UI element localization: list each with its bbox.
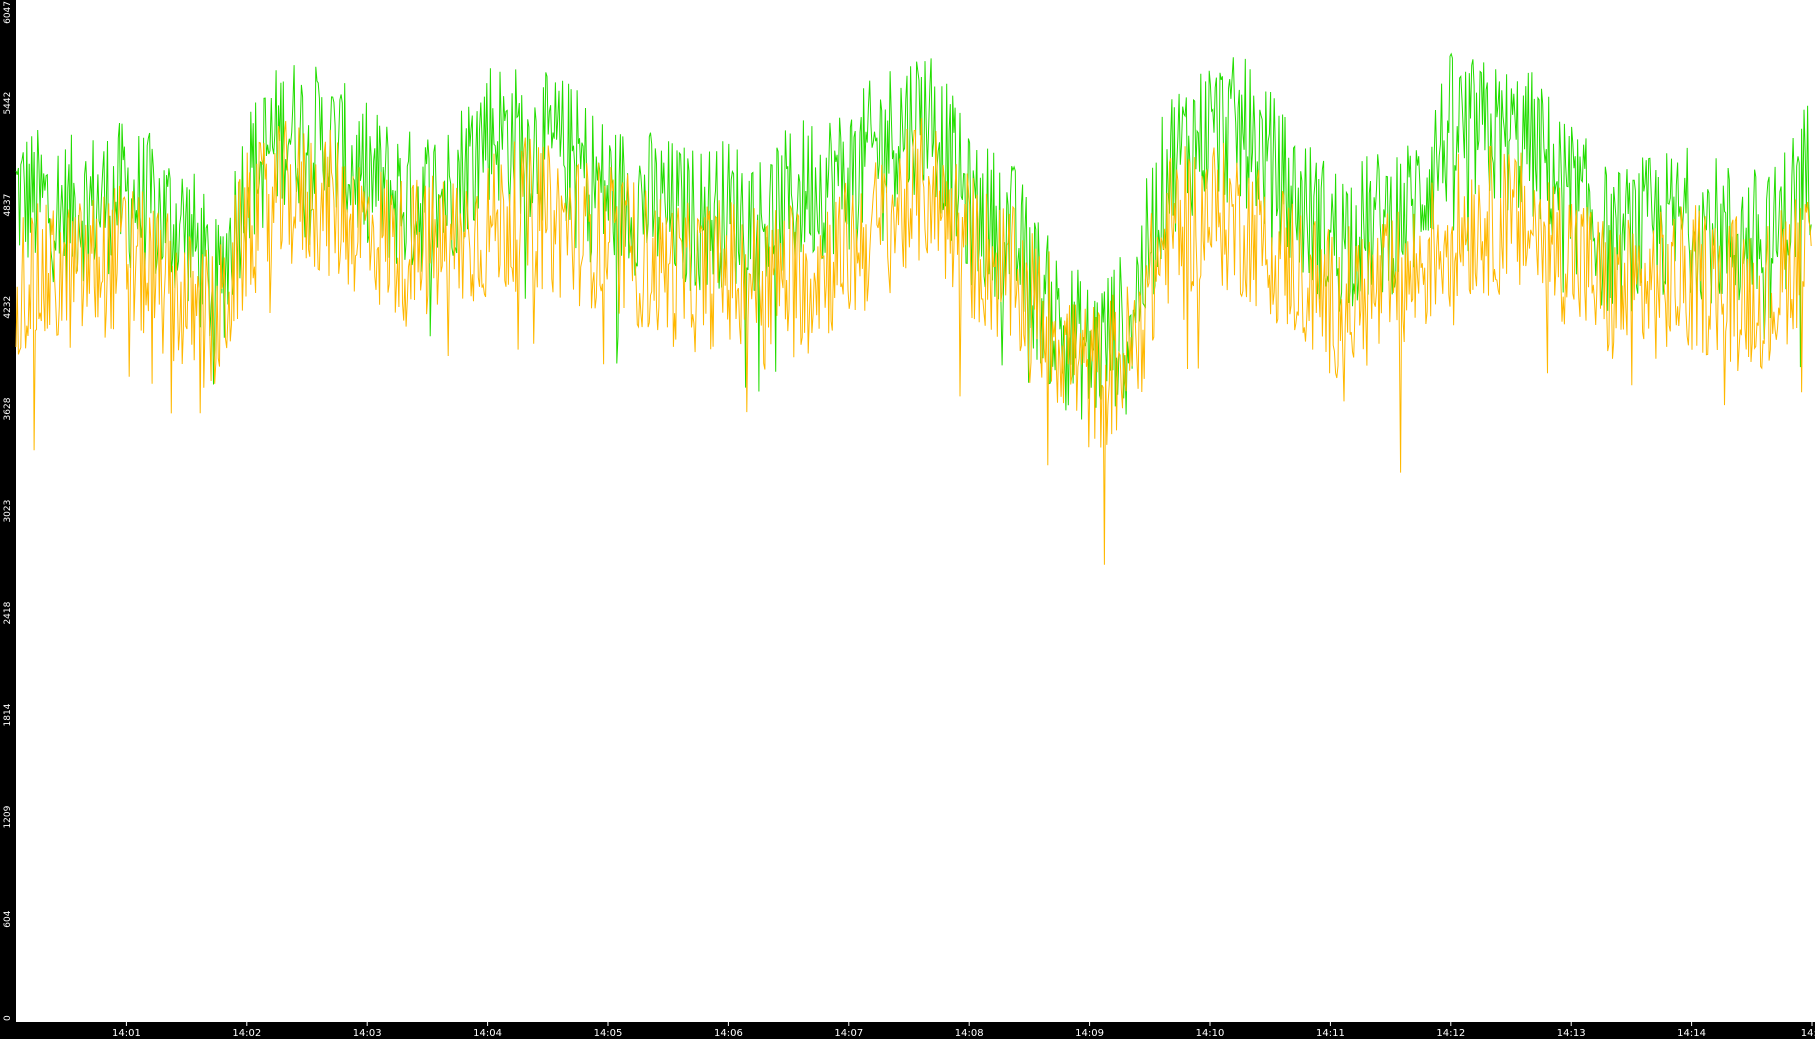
x-axis-band (0, 1022, 1815, 1039)
x-tick-label: 14:12 (1436, 1028, 1465, 1039)
x-tick-label: 14:13 (1557, 1028, 1586, 1039)
y-tick-label: 5442 (3, 92, 13, 115)
y-tick-label: 1209 (3, 805, 13, 828)
chart-svg: 0 604 1209 1814 2418 3023 3628 4232 4837 5442 6047… (0, 0, 1815, 1039)
y-tick-label: 4232 (3, 296, 13, 319)
x-tick-label: 14:1 (1801, 1028, 1815, 1039)
x-tick-label: 14:10 (1196, 1028, 1225, 1039)
x-tick-label: 14:01 (112, 1028, 141, 1039)
x-tick-label: 14:08 (955, 1028, 984, 1039)
y-tick-label: 6047 (3, 1, 13, 24)
x-tick-label: 14:09 (1075, 1028, 1104, 1039)
x-tick-label: 14:11 (1316, 1028, 1345, 1039)
x-tick-label: 14:06 (714, 1028, 743, 1039)
y-tick-label: 3628 (3, 397, 13, 420)
y-tick-label: 604 (3, 910, 13, 927)
x-tick-label: 14:02 (232, 1028, 261, 1039)
y-tick-label: 0 (3, 1015, 13, 1021)
x-tick-label: 14:14 (1677, 1028, 1706, 1039)
line-chart: 0 604 1209 1814 2418 3023 3628 4232 4837 5442 6047… (0, 0, 1815, 1039)
y-tick-label: 2418 (3, 601, 13, 624)
x-tick-label: 14:05 (594, 1028, 623, 1039)
x-tick-label: 14:03 (353, 1028, 382, 1039)
y-tick-label: 3023 (3, 500, 13, 523)
y-tick-label: 1814 (3, 703, 13, 726)
y-tick-label: 4837 (3, 194, 13, 217)
x-tick-label: 14:04 (473, 1028, 502, 1039)
x-tick-label: 14:07 (834, 1028, 863, 1039)
